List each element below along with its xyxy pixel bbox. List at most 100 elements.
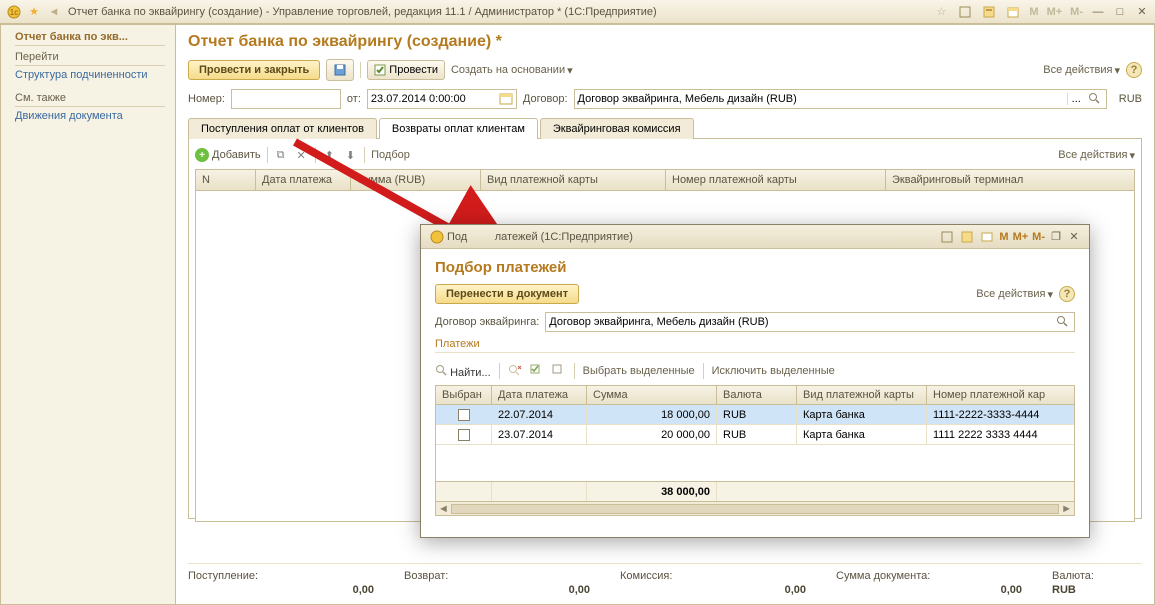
dlg-m-minus[interactable]: M-	[1030, 231, 1047, 243]
from-label: от:	[347, 93, 361, 105]
sidebar-link-structure[interactable]: Структура подчиненности	[15, 66, 165, 84]
foot-cur-val: RUB	[1052, 582, 1142, 596]
app-titlebar: 1c ★ ◄ Отчет банка по эквайрингу (создан…	[0, 0, 1155, 24]
col-sum[interactable]: Сумма (RUB)	[351, 170, 481, 190]
m-plus-button[interactable]: M+	[1045, 6, 1065, 18]
calendar-icon[interactable]	[1006, 5, 1020, 19]
star-icon[interactable]: ☆	[934, 5, 948, 19]
calc-icon[interactable]	[982, 5, 996, 19]
check-all-icon[interactable]	[530, 364, 544, 379]
window-title: Отчет банка по эквайрингу (создание) - У…	[64, 6, 931, 18]
foot-in-lbl: Поступление:	[188, 570, 404, 582]
dcol-cno[interactable]: Номер платежной кар	[927, 386, 1074, 405]
chevron-down-icon: ▾	[1129, 149, 1135, 162]
dlg-help-button[interactable]: ?	[1059, 286, 1075, 302]
add-row-button[interactable]: +Добавить	[195, 148, 261, 162]
dlg-calendar-icon[interactable]	[980, 230, 994, 244]
favorite-star-icon[interactable]: ★	[27, 5, 41, 19]
dialog-title: Подбор платежей	[435, 259, 1075, 276]
move-down-icon[interactable]: ⬇	[343, 149, 358, 162]
sidebar-link-movements[interactable]: Движения документа	[15, 107, 165, 125]
copy-icon[interactable]: ⧉	[274, 149, 288, 162]
payments-total-row: 38 000,00	[436, 481, 1074, 501]
chevron-down-icon: ▾	[1114, 64, 1120, 77]
transfer-to-doc-button[interactable]: Перенести в документ	[435, 284, 579, 304]
currency-label: RUB	[1119, 93, 1142, 105]
m-minus-button[interactable]: M-	[1068, 6, 1085, 18]
tabs: Поступления оплат от клиентов Возвраты о…	[188, 117, 1142, 139]
move-up-icon[interactable]: ⬆	[322, 149, 337, 162]
contract-open-button[interactable]	[1085, 92, 1103, 107]
doc-toolbar: Провести и закрыть Провести Создать на о…	[188, 59, 1142, 81]
post-and-close-button[interactable]: Провести и закрыть	[188, 60, 320, 80]
payments-h-scrollbar[interactable]: ◄ ►	[436, 501, 1074, 515]
col-card-type[interactable]: Вид платежной карты	[481, 170, 666, 190]
sidebar-header: Отчет банка по экв...	[15, 31, 165, 46]
payment-row[interactable]: 22.07.2014 18 000,00 RUB Карта банка 111…	[436, 405, 1074, 425]
dlg-all-actions-dropdown[interactable]: Все действия ▾	[976, 288, 1053, 301]
payments-grid: Выбран Дата платежа Сумма Валюта Вид пла…	[435, 385, 1075, 516]
minimize-button[interactable]: —	[1089, 4, 1107, 20]
dlg-tool-icon[interactable]	[940, 230, 954, 244]
find-button[interactable]: Найти...	[435, 364, 491, 379]
foot-doc-val: 0,00	[836, 582, 1052, 596]
uncheck-all-icon[interactable]	[552, 364, 566, 379]
sidebar-group-goto: Перейти	[15, 49, 165, 66]
select-checked-button[interactable]: Выбрать выделенные	[583, 365, 695, 377]
post-button[interactable]: Провести	[367, 60, 445, 80]
row-checkbox[interactable]	[458, 409, 470, 421]
back-icon[interactable]: ◄	[47, 5, 61, 19]
dcol-sum[interactable]: Сумма	[587, 386, 717, 405]
dcol-date[interactable]: Дата платежа	[492, 386, 587, 405]
svg-text:1c: 1c	[10, 8, 18, 17]
col-date[interactable]: Дата платежа	[256, 170, 351, 190]
dlg-m-plus[interactable]: M+	[1011, 231, 1031, 243]
tab-returns[interactable]: Возвраты оплат клиентам	[379, 118, 538, 139]
dcol-ctype[interactable]: Вид платежной карты	[797, 386, 927, 405]
dcol-cur[interactable]: Валюта	[717, 386, 797, 405]
tab-commission[interactable]: Эквайринговая комиссия	[540, 118, 694, 139]
m-button[interactable]: M	[1027, 6, 1040, 18]
number-label: Номер:	[188, 93, 225, 105]
create-on-base-dropdown[interactable]: Создать на основании ▾	[451, 64, 573, 77]
dialog-titlebar: Подбор платежей (1С:Предприятие) M M+ M-…	[421, 225, 1089, 249]
save-button[interactable]	[326, 59, 354, 81]
grid-all-actions-dropdown[interactable]: Все действия ▾	[1058, 149, 1135, 162]
tab-incoming[interactable]: Поступления оплат от клиентов	[188, 118, 377, 139]
number-input[interactable]	[231, 89, 341, 109]
payments-toolbar: Найти... Выбрать выделенные Исключить вы…	[435, 359, 1075, 385]
podbor-button[interactable]: Подбор	[371, 149, 410, 161]
dlg-close-button[interactable]: ✕	[1065, 229, 1083, 245]
foot-cur-lbl: Валюта:	[1052, 570, 1142, 582]
all-actions-dropdown[interactable]: Все действия ▾	[1043, 64, 1120, 77]
col-card-no[interactable]: Номер платежной карты	[666, 170, 886, 190]
tool-icon-1[interactable]	[958, 5, 972, 19]
grid-header: N Дата платежа Сумма (RUB) Вид платежной…	[196, 170, 1134, 191]
dlg-contract-open-button[interactable]	[1053, 315, 1071, 330]
calendar-picker-icon[interactable]	[499, 92, 513, 106]
contract-select-button[interactable]: ...	[1067, 93, 1085, 105]
dlg-restore-button[interactable]: ❐	[1047, 229, 1065, 245]
form-row-header: Номер: от: 23.07.2014 0:00:00 Договор: Д…	[188, 89, 1142, 109]
col-terminal[interactable]: Эквайринговый терминал	[886, 170, 1134, 190]
contract-input[interactable]: Договор эквайринга, Мебель дизайн (RUB) …	[574, 89, 1107, 109]
close-button[interactable]: ✕	[1133, 4, 1151, 20]
maximize-button[interactable]: □	[1111, 4, 1129, 20]
col-n[interactable]: N	[196, 170, 256, 190]
help-button[interactable]: ?	[1126, 62, 1142, 78]
chevron-down-icon: ▾	[567, 64, 573, 77]
dcol-sel[interactable]: Выбран	[436, 386, 492, 405]
row-checkbox[interactable]	[458, 429, 470, 441]
dialog-app-icon	[430, 230, 444, 244]
foot-com-val: 0,00	[620, 582, 836, 596]
document-title: Отчет банка по эквайрингу (создание) *	[188, 33, 1142, 51]
exclude-checked-button[interactable]: Исключить выделенные	[712, 365, 835, 377]
dlg-contract-input[interactable]: Договор эквайринга, Мебель дизайн (RUB)	[545, 312, 1075, 332]
clear-filter-icon[interactable]	[508, 364, 522, 379]
payment-row[interactable]: 23.07.2014 20 000,00 RUB Карта банка 111…	[436, 425, 1074, 445]
dlg-m[interactable]: M	[997, 231, 1010, 243]
delete-icon[interactable]: ✕	[293, 149, 308, 162]
foot-ret-val: 0,00	[404, 582, 620, 596]
date-input[interactable]: 23.07.2014 0:00:00	[367, 89, 517, 109]
dlg-calc-icon[interactable]	[960, 230, 974, 244]
